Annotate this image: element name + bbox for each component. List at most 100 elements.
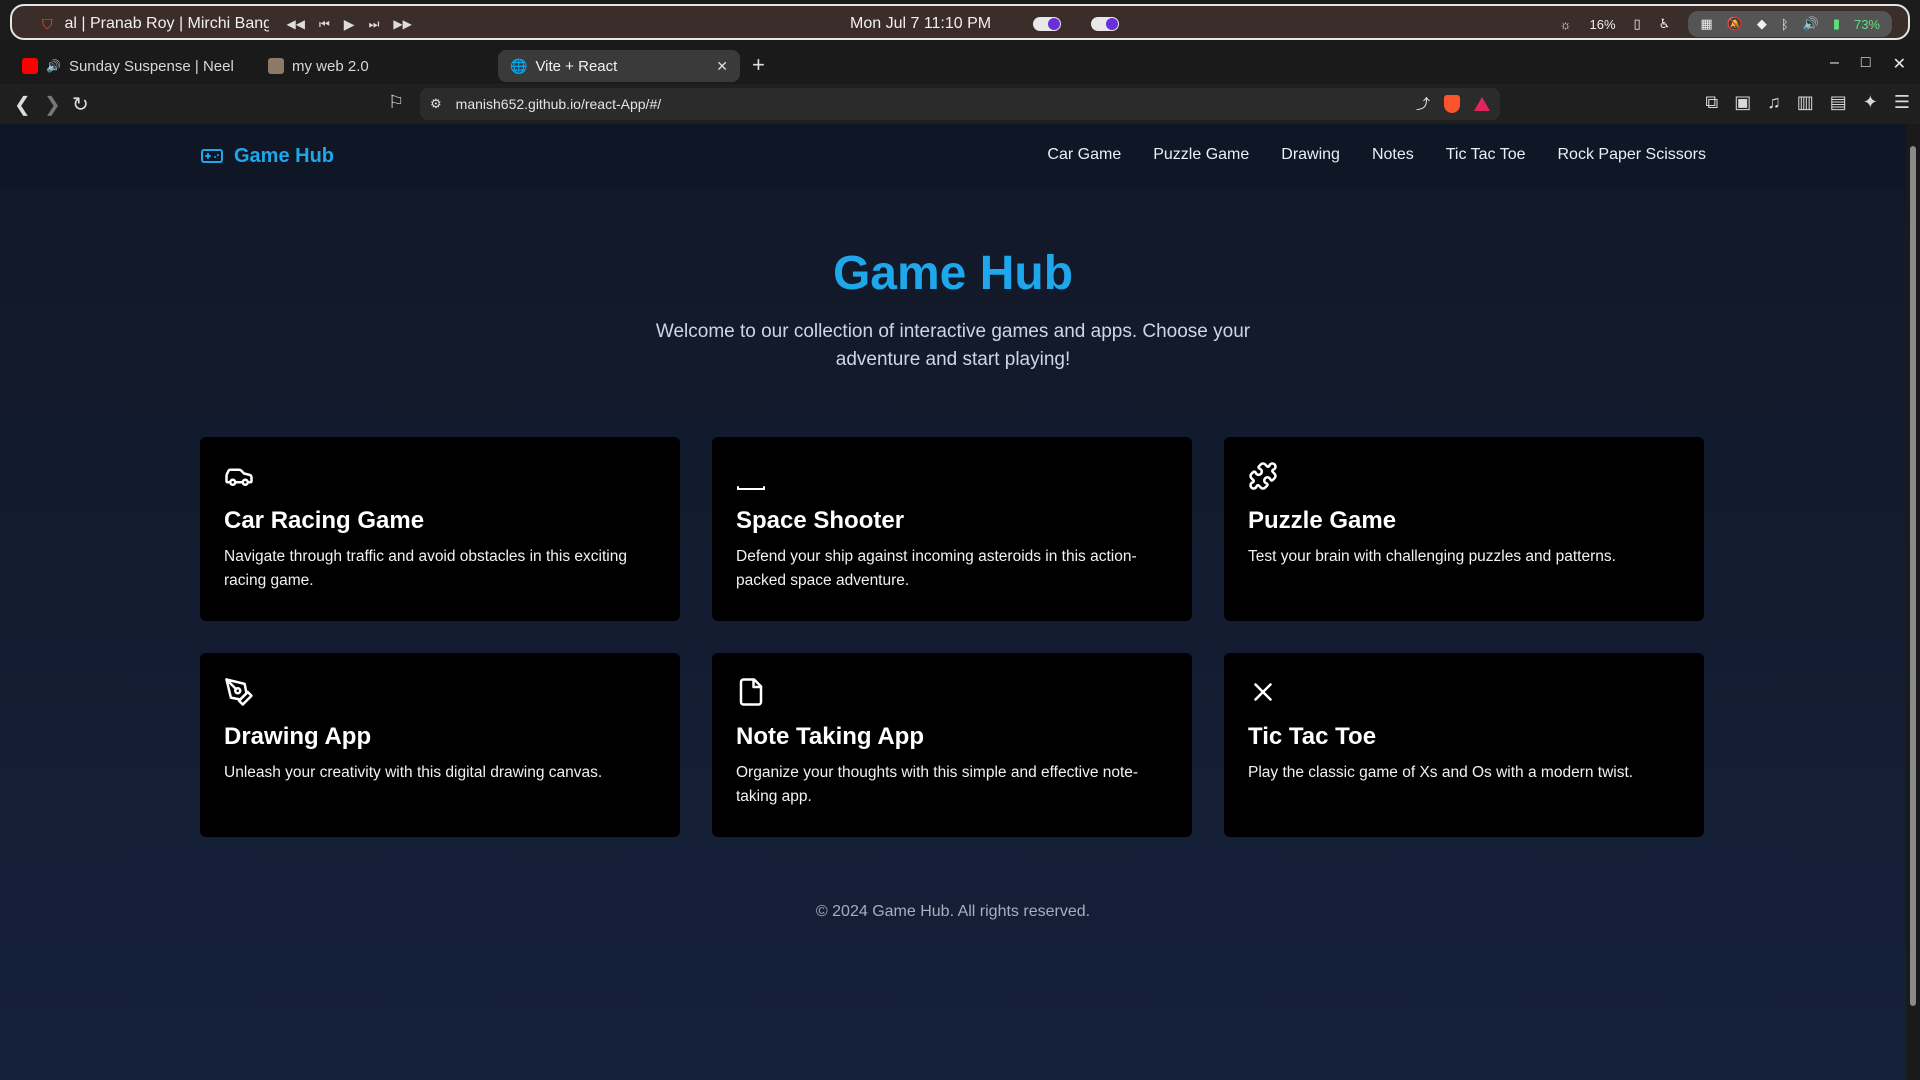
bluetooth-icon: ᛒ (1780, 16, 1789, 32)
clock[interactable]: Mon Jul 7 11:10 PM (850, 15, 991, 33)
tab-sunday-suspense[interactable]: 🔊 Sunday Suspense | Neel (10, 50, 250, 82)
globe-icon: 🌐 (510, 57, 528, 74)
tab-label: Vite + React (535, 57, 618, 75)
back-icon[interactable]: ❮ (14, 92, 31, 117)
card-title: Tic Tac Toe (1248, 723, 1377, 750)
card-title: Puzzle Game (1248, 507, 1397, 534)
close-tab-icon[interactable]: ✕ (716, 58, 728, 75)
system-bar-pill: ⛉ al | Pranab Roy | Mirchi Bang ◀◀ ⏮ ▶ ⏭… (10, 4, 1910, 40)
hero-title: Game Hub (832, 247, 1074, 300)
clipboard-icon[interactable]: ▯ (1634, 16, 1641, 32)
tab-label: my web 2.0 (292, 57, 369, 75)
notifications-off-icon: 🔕 (1726, 16, 1743, 31)
brand-link[interactable]: Game Hub (200, 144, 334, 168)
card-description: Organize your thoughts with this simple … (736, 764, 1139, 805)
volume-icon: 🔊 (1802, 16, 1819, 31)
brand-name: Game Hub (234, 144, 335, 167)
youtube-icon (22, 58, 38, 74)
close-window-icon[interactable]: ✕ (1893, 54, 1906, 74)
site-favicon (268, 58, 284, 74)
nav-link-drawing[interactable]: Drawing (1281, 146, 1340, 164)
fast-forward-icon[interactable]: ▶▶ (393, 17, 411, 31)
apps-grid-icon: ▦ (1700, 16, 1713, 31)
screenshot-icon[interactable]: ▣ (1734, 92, 1751, 113)
nav-link-notes[interactable]: Notes (1372, 146, 1414, 164)
clock-area: Mon Jul 7 11:10 PM (850, 6, 1120, 42)
audio-icon: 🔊 (46, 59, 61, 73)
share-icon[interactable]: ⤴ (1416, 94, 1430, 114)
toggle-switch-2[interactable] (1091, 17, 1120, 31)
toolbar-actions: ⧉ ▣ ♫ ▥ ▤ ✦ ☰ (1705, 92, 1910, 113)
page-content: Game Hub Car Game Puzzle Game Drawing No… (0, 124, 1906, 1080)
accessibility-icon[interactable]: ♿ (1659, 16, 1671, 32)
card-note-taking[interactable]: Note Taking App Organize your thoughts w… (712, 653, 1192, 837)
tab-vite-react[interactable]: 🌐 Vite + React ✕ (498, 50, 740, 82)
rocket-icon (737, 486, 765, 490)
brightness-icon: ☼ (1559, 16, 1572, 32)
minimize-icon[interactable]: – (1830, 54, 1839, 74)
site-settings-icon[interactable]: ⚙ (430, 96, 442, 112)
play-icon[interactable]: ▶ (344, 16, 355, 33)
menu-icon[interactable]: ☰ (1894, 92, 1910, 113)
media-title[interactable]: al | Pranab Roy | Mirchi Bang (65, 15, 269, 33)
brightness-level: 16% (1589, 16, 1616, 32)
tab-my-web[interactable]: my web 2.0 (256, 50, 486, 82)
page-scrollbar[interactable] (1906, 124, 1920, 1080)
wifi-icon: ◆ (1756, 16, 1767, 31)
new-tab-icon[interactable]: + (752, 54, 765, 76)
tab-label: Sunday Suspense | Neel (68, 57, 234, 75)
battery-icon: ▮ (1832, 16, 1840, 31)
system-status: ☼ 16% ▯ ♿ ▦ 🔕 ◆ ᛒ 🔊 ▮ 73% (1560, 6, 1892, 42)
leo-ai-icon[interactable]: ✦ (1863, 92, 1878, 113)
card-title: Note Taking App (736, 723, 924, 750)
brave-shields-icon[interactable] (1444, 95, 1460, 113)
browser-tab-bar: 🔊 Sunday Suspense | Neel my web 2.0 🌐 Vi… (0, 44, 1920, 84)
toggle-switch-1[interactable] (1033, 17, 1062, 31)
puzzle-icon (1249, 462, 1277, 490)
window-controls: – □ ✕ (1830, 54, 1906, 74)
brave-rewards-icon[interactable] (1474, 97, 1490, 111)
card-space-shooter[interactable]: Space Shooter Defend your ship against i… (712, 437, 1192, 621)
card-drawing-app[interactable]: Drawing App Unleash your creativity with… (200, 653, 680, 837)
gamepad-icon (201, 149, 223, 163)
address-bar[interactable]: ⚙ manish652.github.io/react-App/#/ ⤴ (420, 88, 1500, 120)
card-description: Defend your ship against incoming astero… (736, 548, 1137, 589)
card-grid: Car Racing Game Navigate through traffic… (200, 437, 1706, 837)
quick-settings-tray[interactable]: ▦ 🔕 ◆ ᛒ 🔊 ▮ 73% (1688, 11, 1892, 37)
card-description: Play the classic game of Xs and Os with … (1248, 764, 1634, 781)
nav-links: Car Game Puzzle Game Drawing Notes Tic T… (1047, 146, 1706, 164)
nav-link-car-game[interactable]: Car Game (1047, 146, 1121, 164)
battery-level: 73% (1853, 16, 1880, 32)
brave-shield-icon: ⛉ (42, 15, 53, 32)
bookmark-icon[interactable]: ⚐ (388, 92, 404, 113)
card-description: Test your brain with challenging puzzles… (1248, 548, 1616, 565)
card-car-racing[interactable]: Car Racing Game Navigate through traffic… (200, 437, 680, 621)
site-navbar: Game Hub Car Game Puzzle Game Drawing No… (0, 124, 1906, 190)
card-description: Unleash your creativity with this digita… (224, 764, 603, 781)
rewind-icon[interactable]: ◀◀ (287, 17, 305, 31)
next-track-icon[interactable]: ⏭ (369, 17, 380, 32)
nav-link-puzzle-game[interactable]: Puzzle Game (1153, 146, 1249, 164)
reload-icon[interactable]: ↻ (72, 92, 89, 117)
sidebar-icon[interactable]: ▥ (1797, 92, 1814, 113)
card-title: Car Racing Game (224, 507, 425, 534)
card-tic-tac-toe[interactable]: Tic Tac Toe Play the classic game of Xs … (1224, 653, 1704, 837)
pen-tool-icon (225, 678, 253, 706)
media-player: ⛉ al | Pranab Roy | Mirchi Bang ◀◀ ⏮ ▶ ⏭… (42, 6, 412, 42)
card-puzzle-game[interactable]: Puzzle Game Test your brain with challen… (1224, 437, 1704, 621)
extensions-icon[interactable]: ⧉ (1705, 92, 1718, 113)
forward-icon[interactable]: ❯ (44, 92, 61, 117)
nav-link-tic-tac-toe[interactable]: Tic Tac Toe (1446, 146, 1526, 164)
hero-subtitle: Welcome to our collection of interactive… (655, 321, 1251, 370)
card-title: Drawing App (224, 723, 372, 750)
media-icon[interactable]: ♫ (1767, 92, 1781, 113)
card-title: Space Shooter (736, 507, 905, 534)
footer-copyright: © 2024 Game Hub. All rights reserved. (815, 903, 1091, 920)
url-text[interactable]: manish652.github.io/react-App/#/ (456, 96, 661, 112)
browser-toolbar: ❮ ❯ ↻ ⚐ ⚙ manish652.github.io/react-App/… (0, 84, 1920, 124)
wallet-icon[interactable]: ▤ (1830, 92, 1847, 113)
nav-link-rock-paper-scissors[interactable]: Rock Paper Scissors (1558, 146, 1707, 164)
previous-track-icon[interactable]: ⏮ (319, 17, 330, 32)
scrollbar-thumb[interactable] (1910, 146, 1916, 1006)
maximize-icon[interactable]: □ (1861, 54, 1871, 74)
